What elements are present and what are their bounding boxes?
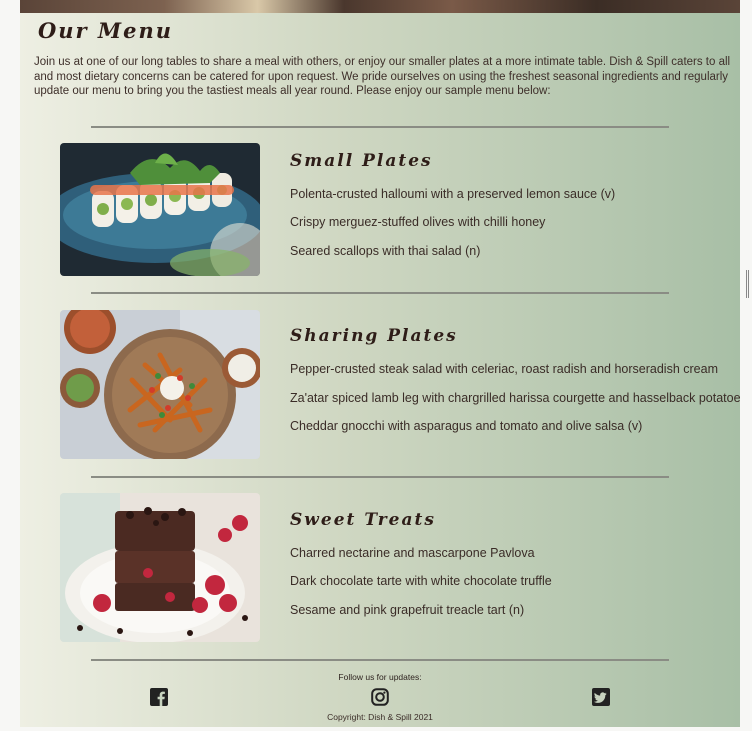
section-title-small-plates: Small Plates — [290, 151, 433, 171]
page-title: Our Menu — [38, 18, 174, 43]
hero-image-strip — [20, 0, 740, 13]
menu-item: Sesame and pink grapefruit treacle tart … — [290, 603, 525, 617]
divider — [91, 126, 669, 128]
divider — [91, 476, 669, 478]
menu-item: Pepper-crusted steak salad with celeriac… — [290, 362, 718, 376]
menu-item: Dark chocolate tarte with white chocolat… — [290, 574, 552, 588]
twitter-icon[interactable] — [592, 688, 610, 706]
menu-item: Za'atar spiced lamb leg with chargrilled… — [290, 391, 740, 405]
divider — [91, 292, 669, 294]
section-title-sweet-treats: Sweet Treats — [290, 510, 436, 530]
menu-item: Crispy merguez-stuffed olives with chill… — [290, 215, 546, 229]
chocolate-brownie-photo — [60, 493, 260, 642]
menu-item: Cheddar gnocchi with asparagus and tomat… — [290, 419, 643, 433]
sushi-rolls-photo — [60, 143, 260, 276]
loaded-fries-photo — [60, 310, 260, 459]
divider — [91, 659, 669, 661]
instagram-icon[interactable] — [371, 688, 389, 706]
copyright-text: Copyright: Dish & Spill 2021 — [327, 712, 433, 722]
menu-item: Charred nectarine and mascarpone Pavlova — [290, 546, 535, 560]
menu-item: Polenta-crusted halloumi with a preserve… — [290, 187, 616, 201]
menu-page: Our Menu Join us at one of our long tabl… — [20, 0, 740, 727]
follow-us-text: Follow us for updates: — [338, 672, 422, 682]
menu-item: Seared scallops with thai salad (n) — [290, 244, 481, 258]
section-title-sharing-plates: Sharing Plates — [290, 326, 458, 346]
scrollbar-handle[interactable] — [746, 270, 749, 298]
facebook-icon[interactable] — [150, 688, 168, 706]
menu-intro: Join us at one of our long tables to sha… — [34, 56, 731, 97]
